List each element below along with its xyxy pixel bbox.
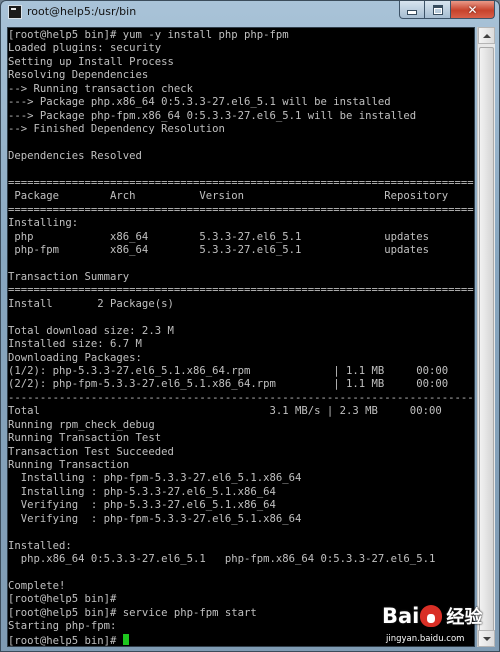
terminal-line: Verifying : php-5.3.3-27.el6_5.1.x86_64 … — [8, 499, 475, 512]
minimize-button[interactable] — [399, 1, 425, 19]
terminal-line: Transaction Summary — [8, 270, 130, 283]
terminal-line: Running Transaction Test — [8, 432, 162, 445]
terminal-line: Running rpm_check_debug — [8, 418, 155, 431]
close-icon: ✕ — [467, 2, 478, 17]
watermark-jingyan: 经验 — [446, 607, 483, 628]
scroll-up-button[interactable] — [478, 27, 495, 44]
watermark-brand: Bai — [382, 604, 420, 628]
title-bar[interactable]: root@help5:/usr/bin ✕ — [1, 1, 499, 25]
terminal-line: Installed: — [8, 539, 72, 552]
terminal-line: Installing: — [8, 217, 79, 230]
terminal-window: root@help5:/usr/bin ✕ [root@help5 bin]# … — [0, 0, 500, 652]
terminal-line: php x86_64 5.3.3-27.el6_5.1 updates 1.1 … — [8, 230, 475, 243]
vertical-scrollbar[interactable] — [477, 27, 495, 647]
window-title: root@help5:/usr/bin — [27, 5, 137, 18]
terminal-line: Complete! — [8, 579, 66, 592]
terminal-line: Downloading Packages: — [8, 351, 142, 364]
baidu-paw-icon — [420, 605, 443, 627]
terminal-line: ========================================… — [8, 284, 474, 297]
minimize-icon — [407, 10, 417, 15]
terminal-line: --> Finished Dependency Resolution — [8, 123, 225, 136]
watermark-url: jingyan.baidu.com — [386, 634, 465, 644]
window-controls: ✕ — [399, 1, 495, 20]
terminal-line: Setting up Install Process — [8, 55, 174, 68]
terminal-line: Installing : php-5.3.3-27.el6_5.1.x86_64… — [8, 485, 475, 498]
terminal-line: Installing : php-fpm-5.3.3-27.el6_5.1.x8… — [8, 472, 475, 485]
terminal-line: ---> Package php.x86_64 0:5.3.3-27.el6_5… — [8, 96, 391, 109]
terminal-line: ========================================… — [8, 203, 474, 216]
terminal-line: php.x86_64 0:5.3.3-27.el6_5.1 php-fpm.x8… — [8, 553, 436, 566]
terminal-output[interactable]: [root@help5 bin]# yum -y install php php… — [7, 27, 475, 647]
scroll-up-arrow-icon — [482, 33, 491, 38]
terminal-line: Installed size: 6.7 M — [8, 338, 142, 351]
terminal-line: Transaction Test Succeeded — [8, 445, 174, 458]
baidu-jingyan-watermark: Bai 经验 jingyan.baidu.com — [382, 600, 500, 650]
close-button[interactable]: ✕ — [451, 1, 495, 19]
terminal-prompt: [root@help5 bin]# — [8, 634, 123, 647]
terminal-line: --> Running transaction check — [8, 82, 193, 95]
terminal-line: [root@help5 bin]# yum -y install php php… — [8, 29, 289, 41]
terminal-text: [root@help5 bin]# yum -y install php php… — [8, 28, 475, 647]
terminal-line: Dependencies Resolved — [8, 149, 142, 162]
terminal-line: Verifying : php-fpm-5.3.3-27.el6_5.1.x86… — [8, 512, 475, 525]
maximize-button[interactable] — [425, 1, 451, 19]
terminal-line: Total 3.1 MB/s | 2.3 MB 00:00 — [8, 405, 442, 418]
terminal-line: php-fpm x86_64 5.3.3-27.el6_5.1 updates … — [8, 244, 475, 256]
terminal-line: (2/2): php-fpm-5.3.3-27.el6_5.1.x86_64.r… — [8, 378, 449, 391]
terminal-line: Loaded plugins: security — [8, 42, 162, 55]
scrollbar-thumb[interactable] — [479, 47, 494, 639]
terminal-line: Total download size: 2.3 M — [8, 324, 174, 337]
terminal-line: Install 2 Package(s) — [8, 297, 174, 310]
terminal-line: Package Arch Version Repository Size — [8, 190, 475, 203]
terminal-app-icon[interactable] — [8, 5, 22, 19]
terminal-cursor — [122, 633, 129, 645]
terminal-line: ----------------------------------------… — [8, 391, 474, 404]
terminal-line: (1/2): php-5.3.3-27.el6_5.1.x86_64.rpm |… — [8, 364, 449, 377]
watermark-logo: Bai 经验 — [382, 600, 482, 632]
terminal-line: Running Transaction — [8, 459, 130, 471]
terminal-line: Resolving Dependencies — [8, 69, 149, 82]
terminal-line: ---> Package php-fpm.x86_64 0:5.3.3-27.e… — [8, 109, 417, 122]
terminal-line: ========================================… — [8, 176, 474, 189]
maximize-icon — [432, 4, 443, 15]
